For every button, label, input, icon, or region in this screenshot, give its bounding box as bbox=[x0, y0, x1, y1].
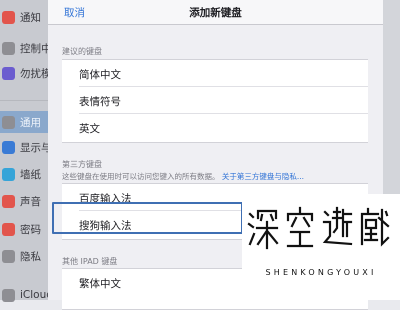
suggested-keyboards-group: 简体中文 表情符号 英文 bbox=[62, 59, 368, 143]
sidebar-item-label: 墙纸 bbox=[20, 168, 41, 181]
keyboard-option-label: 英文 bbox=[79, 123, 100, 135]
third-party-description: 这些键盘在使用时可以访问您键入的所有数据。 关于第三方键盘与隐私... bbox=[62, 171, 304, 182]
keyboard-option-emoji[interactable]: 表情符号 bbox=[62, 87, 368, 114]
highlight-box bbox=[52, 202, 243, 234]
sidebar-item-label: 密码 bbox=[20, 223, 41, 236]
watermark-char-4 bbox=[358, 206, 390, 250]
sidebar-item-label: 隐私 bbox=[20, 250, 41, 263]
watermark-logo: SHENKONGYOUXI bbox=[242, 194, 400, 300]
sidebar-item-label: 通用 bbox=[20, 116, 41, 129]
sidebar-item-label: 通知 bbox=[20, 11, 41, 24]
watermark-char-1 bbox=[247, 206, 279, 250]
privacy-link[interactable]: 关于第三方键盘与隐私... bbox=[222, 172, 304, 181]
section-header-other: 其他 IPAD 键盘 bbox=[62, 257, 118, 266]
keyboard-option-label: 简体中文 bbox=[79, 69, 121, 81]
section-header-suggested: 建议的键盘 bbox=[62, 47, 102, 56]
wallpaper-icon bbox=[2, 167, 15, 181]
keyboard-option-label: 表情符号 bbox=[79, 96, 121, 108]
do-not-disturb-icon bbox=[2, 66, 15, 80]
gear-icon bbox=[2, 115, 15, 129]
third-party-description-text: 这些键盘在使用时可以访问您键入的所有数据。 bbox=[62, 172, 220, 181]
sound-icon bbox=[2, 194, 15, 208]
watermark-subtitle: SHENKONGYOUXI bbox=[265, 268, 377, 277]
page-title: 添加新键盘 bbox=[189, 7, 242, 19]
navigation-bar: 取消 添加新键盘 bbox=[48, 0, 383, 25]
notification-icon bbox=[2, 10, 15, 24]
display-brightness-icon bbox=[2, 140, 15, 154]
passcode-icon bbox=[2, 222, 15, 236]
control-center-icon bbox=[2, 41, 15, 55]
section-header-third-party: 第三方键盘 bbox=[62, 160, 102, 169]
keyboard-option-english[interactable]: 英文 bbox=[62, 114, 368, 141]
watermark-char-2 bbox=[284, 206, 316, 250]
keyboard-option-label: 繁体中文 bbox=[79, 278, 121, 290]
watermark-char-3 bbox=[321, 206, 353, 250]
keyboard-option-simplified-chinese[interactable]: 简体中文 bbox=[62, 60, 368, 87]
privacy-hand-icon bbox=[2, 249, 15, 263]
sidebar-item-label: 声音 bbox=[20, 195, 41, 208]
